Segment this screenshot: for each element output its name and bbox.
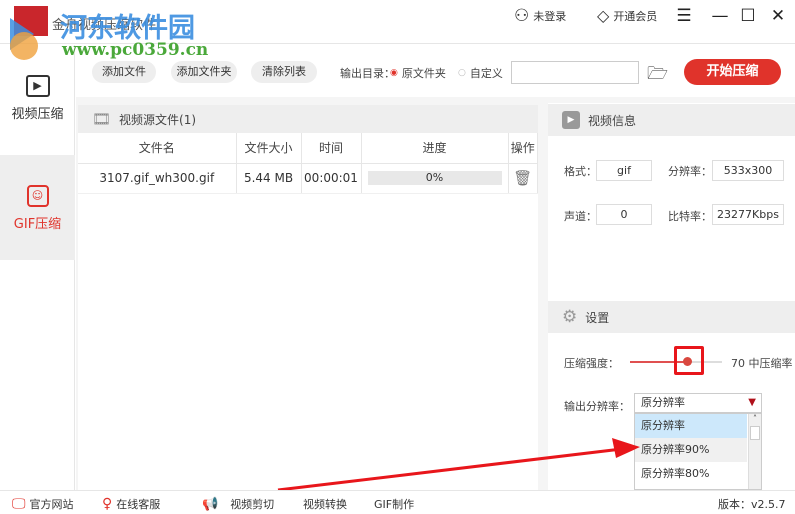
website-link[interactable]: 🖵 官方网站: [12, 496, 74, 512]
support-link[interactable]: ♀ 在线客服: [102, 496, 160, 512]
gif-make-link[interactable]: GIF制作: [374, 496, 414, 512]
video-cut-link[interactable]: 📢 视频剪切: [202, 496, 274, 512]
support-user-icon: ♀: [102, 496, 113, 512]
video-convert-link[interactable]: 视频转换: [303, 496, 347, 512]
app-logo-icon: [10, 6, 48, 60]
megaphone-icon: 📢: [202, 496, 219, 512]
annotation-arrow: [277, 438, 640, 492]
footer: 🖵 官方网站 ♀ 在线客服 📢 视频剪切 视频转换 GIF制作 版本：v2.5.7: [0, 490, 795, 514]
watermark-url: www.pc0359.cn: [62, 40, 209, 60]
version-text: 版本：v2.5.7: [718, 498, 786, 511]
monitor-icon: 🖵: [12, 496, 26, 512]
